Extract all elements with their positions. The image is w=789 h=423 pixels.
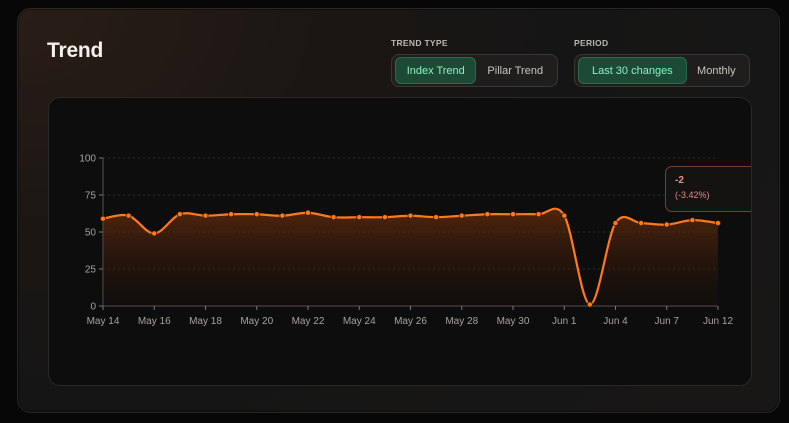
data-point — [125, 212, 132, 219]
monthly-button[interactable]: Monthly — [687, 57, 746, 84]
x-tick-label: Jun 4 — [603, 316, 628, 327]
index-trend-button[interactable]: Index Trend — [395, 57, 477, 84]
data-point — [612, 220, 619, 227]
y-tick-label: 50 — [85, 228, 97, 239]
data-point — [100, 215, 107, 222]
data-point — [433, 214, 440, 221]
data-point — [279, 212, 286, 219]
data-point — [407, 212, 414, 219]
data-point — [381, 214, 388, 221]
x-tick-label: Jun 7 — [655, 316, 680, 327]
data-point — [663, 221, 670, 228]
data-point — [151, 230, 158, 237]
x-tick-label: May 16 — [138, 316, 171, 327]
data-point — [458, 212, 465, 219]
data-point — [484, 211, 491, 218]
data-point — [253, 211, 260, 218]
data-point — [509, 211, 516, 218]
tooltip-value: -2 — [675, 175, 684, 186]
data-point — [561, 212, 568, 219]
y-tick-label: 75 — [85, 191, 97, 202]
x-tick-label: May 20 — [240, 316, 273, 327]
tooltip-percent: (-3.42%) — [675, 190, 710, 200]
trend-type-label: TREND TYPE — [391, 38, 448, 48]
data-point — [715, 220, 722, 227]
x-tick-label: May 22 — [292, 316, 325, 327]
card-title: Trend — [47, 39, 104, 62]
data-point — [356, 214, 363, 221]
period-label: PERIOD — [574, 38, 609, 48]
trend-card: Trend TREND TYPE Index Trend Pillar Tren… — [17, 8, 780, 413]
x-tick-label: Jun 1 — [552, 316, 577, 327]
data-point — [535, 211, 542, 218]
series-area — [103, 208, 718, 306]
trend-type-toggle: Index Trend Pillar Trend — [391, 54, 558, 87]
x-tick-label: May 30 — [497, 316, 530, 327]
data-point — [176, 211, 183, 218]
data-point — [689, 217, 696, 224]
x-tick-label: May 24 — [343, 316, 376, 327]
x-tick-label: Jun 12 — [703, 316, 733, 327]
data-point — [304, 209, 311, 216]
data-point — [228, 211, 235, 218]
y-tick-label: 100 — [79, 154, 96, 165]
data-point — [202, 212, 209, 219]
last-30-changes-button[interactable]: Last 30 changes — [578, 57, 687, 84]
pillar-trend-button[interactable]: Pillar Trend — [476, 57, 554, 84]
chart-panel: 0 25 50 75 100 May 14 May 16 May 18 May 20 May 22… — [48, 97, 752, 386]
data-point — [638, 220, 645, 227]
data-point — [330, 214, 337, 221]
x-tick-label: May 18 — [189, 316, 222, 327]
y-tick-label: 0 — [90, 302, 96, 313]
trend-chart: 0 25 50 75 100 May 14 May 16 May 18 May 20 May 22… — [79, 154, 733, 328]
period-toggle: Last 30 changes Monthly — [574, 54, 750, 87]
data-point — [586, 301, 593, 308]
chart-tooltip: -2 (-3.42%) — [665, 166, 751, 212]
x-tick-label: May 14 — [87, 316, 120, 327]
x-tick-label: May 26 — [394, 316, 427, 327]
y-tick-label: 25 — [85, 265, 97, 276]
x-tick-label: May 28 — [445, 316, 478, 327]
